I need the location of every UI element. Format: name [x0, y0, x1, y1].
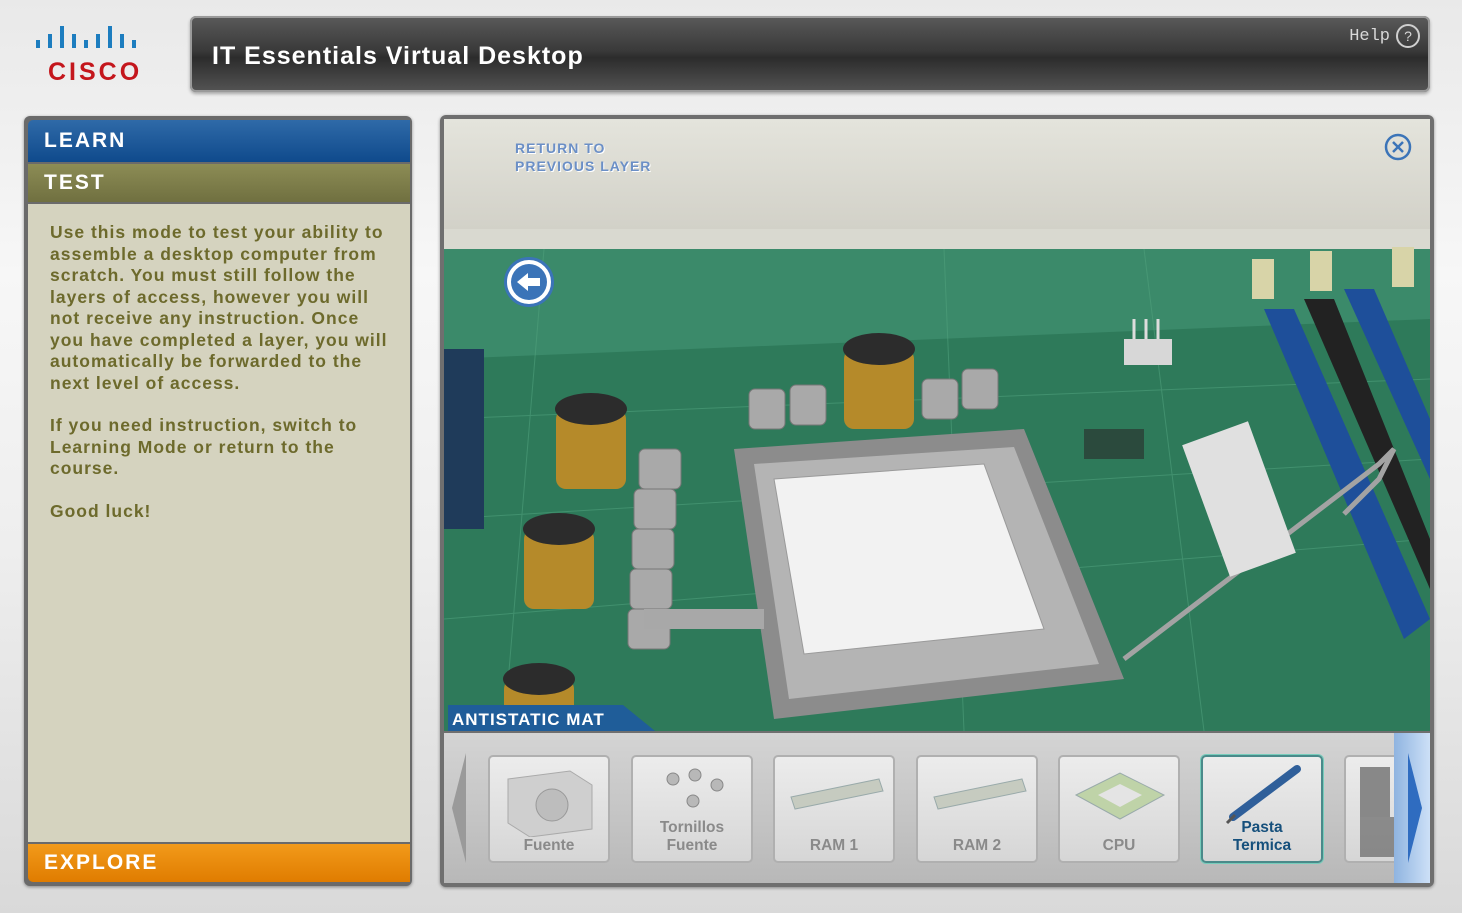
tray-item-ram-2[interactable]: RAM 2 [916, 755, 1038, 863]
tab-learn[interactable]: LEARN [28, 120, 410, 162]
tab-test[interactable]: TEST [28, 164, 410, 202]
tray-scroll-right-button[interactable] [1394, 733, 1430, 883]
mode-description: Use this mode to test your ability to as… [28, 204, 410, 842]
tray-scroll-left-button[interactable] [444, 733, 480, 883]
tray-item-ram-1[interactable]: RAM 1 [773, 755, 895, 863]
tray-item-fuente[interactable]: Fuente [488, 755, 610, 863]
motherboard-scene: ANTISTATIC MAT [444, 119, 1430, 731]
page-title: IT Essentials Virtual Desktop [212, 42, 584, 70]
cisco-logo: CISCO [22, 18, 172, 88]
close-icon[interactable] [1384, 133, 1412, 161]
description-paragraph: Use this mode to test your ability to as… [50, 222, 388, 393]
chevron-left-icon [452, 753, 466, 863]
ram-icon [790, 778, 884, 810]
cpu-icon [1074, 772, 1166, 820]
tray-item-label-text: Tornillos Fuente [659, 819, 725, 854]
tray-item-cpu[interactable]: CPU [1058, 755, 1180, 863]
virtual-desktop-viewer: ANTISTATIC MAT RETURN TO PREVIOUS LAYER … [440, 115, 1434, 887]
return-previous-layer-button[interactable] [494, 245, 574, 307]
return-label-line2: PREVIOUS LAYER [515, 158, 652, 174]
thermal-paste-icon [1225, 765, 1301, 825]
help-button[interactable]: Help ? [1349, 24, 1420, 48]
chevron-right-icon [1408, 753, 1422, 863]
component-tray: Fuente Tornillos Fuente RAM 1 RAM 2 CPU … [444, 733, 1430, 883]
title-bar: IT Essentials Virtual Desktop Help ? [190, 16, 1430, 92]
tray-item-tornillos-fuente[interactable]: Tornillos Fuente [631, 755, 753, 863]
tray-item-label: Tornillos Fuente [633, 819, 751, 855]
tray-item-label: Fuente [523, 837, 575, 854]
description-paragraph: If you need instruction, switch to Learn… [50, 415, 358, 478]
tray-item-pasta-termica[interactable]: Pasta Termica [1201, 755, 1323, 863]
screws-icon [666, 768, 724, 808]
return-label-line1: RETURN TO [515, 140, 606, 156]
return-label[interactable]: RETURN TO PREVIOUS LAYER [515, 139, 651, 175]
help-label: Help [1349, 26, 1390, 46]
tray-item-label: CPU [1102, 837, 1136, 854]
motherboard-image [444, 247, 1430, 731]
tray-item-label: RAM 2 [952, 837, 1002, 854]
tray-item-label: RAM 1 [809, 837, 859, 854]
ram-icon [933, 778, 1027, 810]
cisco-wordmark: CISCO [48, 58, 143, 86]
mode-panel: LEARN TEST Use this mode to test your ab… [24, 116, 412, 886]
tray-item-label-text: Pasta Termica [1232, 819, 1292, 854]
back-arrow-icon [504, 257, 554, 307]
help-icon: ? [1396, 24, 1420, 48]
cisco-bars-icon [36, 26, 136, 48]
description-paragraph: Good luck! [50, 500, 152, 521]
tab-explore[interactable]: EXPLORE [28, 844, 410, 882]
tray-item-label: Pasta Termica [1203, 819, 1321, 855]
power-supply-icon [507, 770, 593, 837]
